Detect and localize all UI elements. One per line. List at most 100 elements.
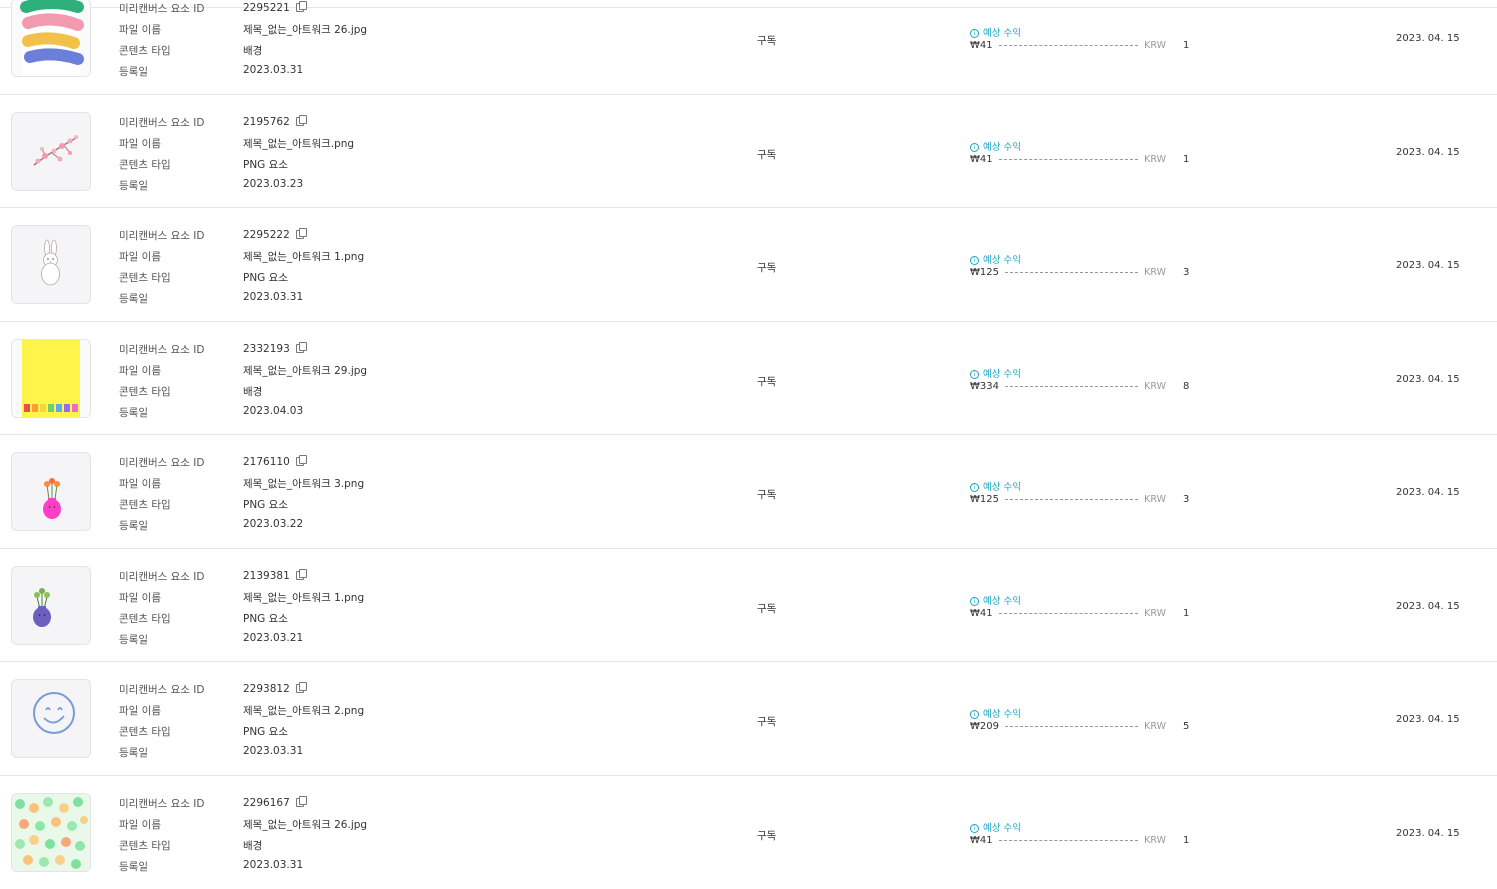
settlement-date: 2023. 04. 15 xyxy=(1396,33,1460,44)
file-name-label: 파일 이름 xyxy=(119,22,161,37)
content-type-label: 콘텐츠 타입 xyxy=(119,270,171,285)
download-count: 8 xyxy=(1183,381,1189,392)
download-count: 3 xyxy=(1183,267,1189,278)
license-type: 구독 xyxy=(757,374,776,389)
download-count: 3 xyxy=(1183,494,1189,505)
content-type-value: PNG 요소 xyxy=(243,724,288,739)
settlement-date: 2023. 04. 15 xyxy=(1396,487,1460,498)
license-type: 구독 xyxy=(757,828,776,843)
license-type: 구독 xyxy=(757,260,776,275)
pink-vase-thumbnail[interactable] xyxy=(11,452,91,531)
registered-date-value: 2023.03.31 xyxy=(243,64,303,76)
element-id-label: 미리캔버스 요소 ID xyxy=(119,115,204,130)
copy-icon[interactable] xyxy=(296,342,306,353)
file-name-label: 파일 이름 xyxy=(119,476,161,491)
registered-date-label: 등록일 xyxy=(119,745,148,760)
element-id-label: 미리캔버스 요소 ID xyxy=(119,682,204,697)
estimated-revenue-label[interactable]: i예상 수익 xyxy=(970,25,1021,39)
info-icon: i xyxy=(970,256,979,265)
list-item: 미리캔버스 요소 ID 2295222 파일 이름 제목_없는_아트워크 1.p… xyxy=(0,208,1497,322)
content-type-label: 콘텐츠 타입 xyxy=(119,838,171,853)
estimated-revenue-label[interactable]: i예상 수익 xyxy=(970,366,1021,380)
currency-label: KRW xyxy=(1144,381,1166,392)
revenue-amount: ₩41 KRW xyxy=(970,835,1166,846)
revenue-amount: ₩125 KRW xyxy=(970,267,1166,278)
element-id-value: 2293812 xyxy=(243,682,306,695)
registered-date-value: 2023.03.21 xyxy=(243,632,303,644)
file-name-label: 파일 이름 xyxy=(119,363,161,378)
file-name-value: 제목_없는_아트워크 3.png xyxy=(243,476,364,491)
settlement-date: 2023. 04. 15 xyxy=(1396,374,1460,385)
copy-icon[interactable] xyxy=(296,1,306,12)
registered-date-label: 등록일 xyxy=(119,405,148,420)
registered-date-label: 등록일 xyxy=(119,859,148,874)
element-id-label: 미리캔버스 요소 ID xyxy=(119,796,204,811)
license-type: 구독 xyxy=(757,147,776,162)
registered-date-label: 등록일 xyxy=(119,178,148,193)
content-type-label: 콘텐츠 타입 xyxy=(119,384,171,399)
element-id-value: 2139381 xyxy=(243,569,306,582)
file-name-label: 파일 이름 xyxy=(119,590,161,605)
polka-dot-thumbnail[interactable] xyxy=(11,793,91,872)
brush-strokes-thumbnail[interactable] xyxy=(11,0,91,77)
estimated-revenue-label[interactable]: i예상 수익 xyxy=(970,820,1021,834)
registered-date-value: 2023.03.23 xyxy=(243,178,303,190)
cherry-blossom-thumbnail[interactable] xyxy=(11,112,91,191)
currency-label: KRW xyxy=(1144,40,1166,51)
copy-icon[interactable] xyxy=(296,228,306,239)
settlement-date: 2023. 04. 15 xyxy=(1396,828,1460,839)
content-type-value: PNG 요소 xyxy=(243,611,288,626)
element-id-label: 미리캔버스 요소 ID xyxy=(119,569,204,584)
info-icon: i xyxy=(970,597,979,606)
file-name-value: 제목_없는_아트워크.png xyxy=(243,136,354,151)
content-type-value: PNG 요소 xyxy=(243,497,288,512)
estimated-revenue-label[interactable]: i예상 수익 xyxy=(970,139,1021,153)
content-type-value: 배경 xyxy=(243,43,262,58)
estimated-revenue-label[interactable]: i예상 수익 xyxy=(970,706,1021,720)
info-icon: i xyxy=(970,143,979,152)
yellow-background-thumbnail[interactable] xyxy=(11,339,91,418)
registered-date-label: 등록일 xyxy=(119,632,148,647)
revenue-amount: ₩209KRW xyxy=(970,721,1166,732)
copy-icon[interactable] xyxy=(296,115,306,126)
currency-label: KRW xyxy=(1144,154,1166,165)
currency-label: KRW xyxy=(1144,608,1166,619)
currency-label: KRW xyxy=(1144,835,1166,846)
license-type: 구독 xyxy=(757,714,776,729)
estimated-revenue-label[interactable]: i예상 수익 xyxy=(970,479,1021,493)
currency-label: KRW xyxy=(1144,494,1166,505)
amount-value: ₩41 xyxy=(970,40,993,51)
content-type-value: 배경 xyxy=(243,384,262,399)
copy-icon[interactable] xyxy=(296,455,306,466)
download-count: 5 xyxy=(1183,721,1189,732)
rabbit-thumbnail[interactable] xyxy=(11,225,91,304)
copy-icon[interactable] xyxy=(296,796,306,807)
estimated-revenue-label[interactable]: i예상 수익 xyxy=(970,252,1021,266)
settlement-date: 2023. 04. 15 xyxy=(1396,714,1460,725)
file-name-value: 제목_없는_아트워크 29.jpg xyxy=(243,363,367,378)
amount-value: ₩41 xyxy=(970,835,993,846)
currency-label: KRW xyxy=(1144,267,1166,278)
smiley-face-thumbnail[interactable] xyxy=(11,679,91,758)
element-id-value: 2295221 xyxy=(243,1,306,14)
estimated-revenue-label[interactable]: i예상 수익 xyxy=(970,593,1021,607)
license-type: 구독 xyxy=(757,487,776,502)
list-item: 미리캔버스 요소 ID 2296167 파일 이름 제목_없는_아트워크 26.… xyxy=(0,776,1497,889)
copy-icon[interactable] xyxy=(296,682,306,693)
element-id-value: 2176110 xyxy=(243,455,306,468)
copy-icon[interactable] xyxy=(296,569,306,580)
settlement-date: 2023. 04. 15 xyxy=(1396,147,1460,158)
list-item: 미리캔버스 요소 ID 2293812 파일 이름 제목_없는_아트워크 2.p… xyxy=(0,662,1497,776)
registered-date-value: 2023.04.03 xyxy=(243,405,303,417)
registered-date-label: 등록일 xyxy=(119,291,148,306)
registered-date-label: 등록일 xyxy=(119,64,148,79)
amount-value: ₩41 xyxy=(970,608,993,619)
element-id-label: 미리캔버스 요소 ID xyxy=(119,228,204,243)
content-type-label: 콘텐츠 타입 xyxy=(119,611,171,626)
content-type-value: PNG 요소 xyxy=(243,270,288,285)
file-name-label: 파일 이름 xyxy=(119,817,161,832)
element-id-value: 2295222 xyxy=(243,228,306,241)
registered-date-value: 2023.03.31 xyxy=(243,745,303,757)
amount-value: ₩125 xyxy=(970,267,999,278)
purple-vase-thumbnail[interactable] xyxy=(11,566,91,645)
